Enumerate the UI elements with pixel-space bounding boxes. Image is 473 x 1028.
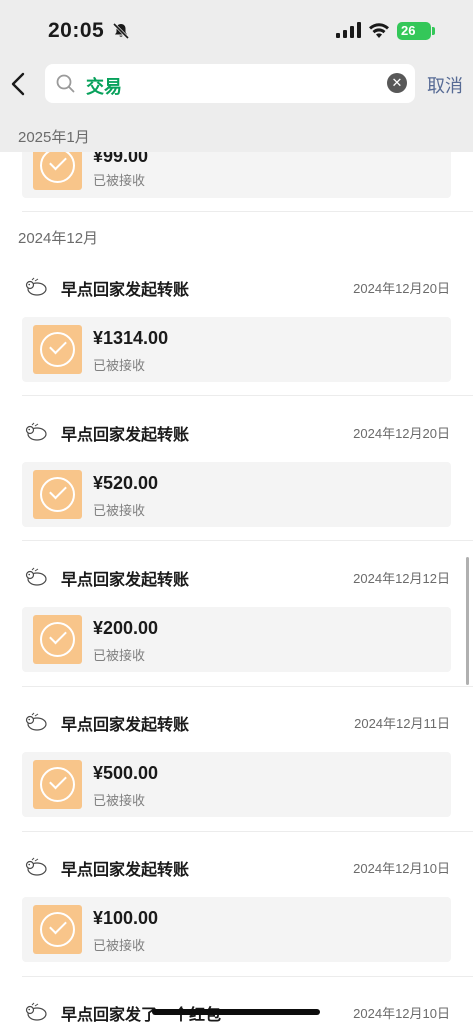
transfer-amount: ¥200.00 [93, 618, 159, 638]
transfer-check-icon [33, 905, 82, 954]
divider [22, 540, 473, 541]
item-title: 早点回家发起转账 [61, 717, 190, 734]
divider [22, 831, 473, 832]
item-date: 2024年12月20日 [353, 426, 450, 441]
list-item-header[interactable]: 早点回家发起转账 2024年12月10日 [0, 853, 473, 883]
status-time: 20:05 [48, 19, 105, 42]
section-label: 2024年12月 [18, 230, 99, 247]
search-field[interactable]: 交易 ✕ [45, 64, 415, 103]
status-bar: 20:05 26 [0, 0, 473, 60]
transfer-status: 已被接收 [93, 648, 146, 663]
transfer-amount: ¥500.00 [93, 763, 159, 783]
divider [22, 395, 473, 396]
section-header-2025-01: 2025年1月 [0, 120, 473, 152]
avatar-icon [25, 857, 47, 876]
transfer-card[interactable]: ¥200.00 已被接收 [22, 607, 451, 672]
item-date: 2024年12月20日 [353, 281, 450, 296]
scrollbar[interactable] [466, 557, 469, 685]
cancel-button[interactable]: 取消 [427, 72, 463, 98]
battery-level: 26 [401, 23, 416, 38]
transfer-card[interactable]: ¥99.00 已被接收 [22, 152, 451, 198]
home-indicator[interactable] [152, 1009, 320, 1015]
item-date: 2024年12月10日 [353, 1006, 450, 1021]
back-arrow-icon[interactable] [8, 70, 30, 98]
transfer-amount: ¥99.00 [93, 152, 149, 166]
list-item-header[interactable]: 早点回家发起转账 2024年12月20日 [0, 418, 473, 448]
avatar-icon [25, 1002, 47, 1021]
transfer-status: 已被接收 [93, 793, 146, 808]
transfer-status: 已被接收 [93, 358, 146, 373]
section-label: 2025年1月 [18, 129, 90, 146]
divider [22, 211, 473, 212]
list-item-header[interactable]: 早点回家发起转账 2024年12月20日 [0, 273, 473, 303]
battery-tip [432, 27, 435, 35]
transfer-status: 已被接收 [93, 503, 146, 518]
search-query[interactable]: 交易 [86, 73, 122, 99]
transfer-card[interactable]: ¥500.00 已被接收 [22, 752, 451, 817]
list-item-header[interactable]: 早点回家发起转账 2024年12月11日 [0, 708, 473, 738]
item-title: 早点回家发起转账 [61, 862, 190, 879]
avatar-icon [25, 277, 47, 296]
divider [22, 976, 473, 977]
top-bar: 20:05 26 交易 ✕ 取消 [0, 0, 473, 120]
list-item-header[interactable]: 早点回家发起转账 2024年12月12日 [0, 563, 473, 593]
divider [22, 686, 473, 687]
transfer-card[interactable]: ¥100.00 已被接收 [22, 897, 451, 962]
cellular-signal-icon [336, 22, 361, 38]
transfer-status: 已被接收 [93, 173, 146, 188]
transfer-status: 已被接收 [93, 938, 146, 953]
item-date: 2024年12月12日 [353, 571, 450, 586]
transfer-card[interactable]: ¥520.00 已被接收 [22, 462, 451, 527]
avatar-icon [25, 712, 47, 731]
item-date: 2024年12月10日 [353, 861, 450, 876]
item-title: 早点回家发起转账 [61, 427, 190, 444]
transfer-check-icon [33, 470, 82, 519]
wifi-icon [369, 23, 389, 38]
transfer-amount: ¥100.00 [93, 908, 159, 928]
transfer-card[interactable]: ¥1314.00 已被接收 [22, 317, 451, 382]
avatar-icon [25, 567, 47, 586]
clear-search-icon[interactable]: ✕ [387, 73, 407, 93]
transfer-amount: ¥520.00 [93, 473, 159, 493]
battery-indicator: 26 [397, 22, 431, 40]
item-title: 早点回家发起转账 [61, 572, 190, 589]
transfer-check-icon [33, 325, 82, 374]
transfer-check-icon [33, 615, 82, 664]
transfer-amount: ¥1314.00 [93, 328, 169, 348]
bell-slash-icon [112, 22, 130, 40]
avatar-icon [25, 422, 47, 441]
item-title: 早点回家发起转账 [61, 282, 190, 299]
transfer-check-icon [33, 760, 82, 809]
item-date: 2024年12月11日 [354, 716, 450, 731]
transfer-check-icon [33, 152, 82, 190]
search-icon [56, 74, 75, 93]
